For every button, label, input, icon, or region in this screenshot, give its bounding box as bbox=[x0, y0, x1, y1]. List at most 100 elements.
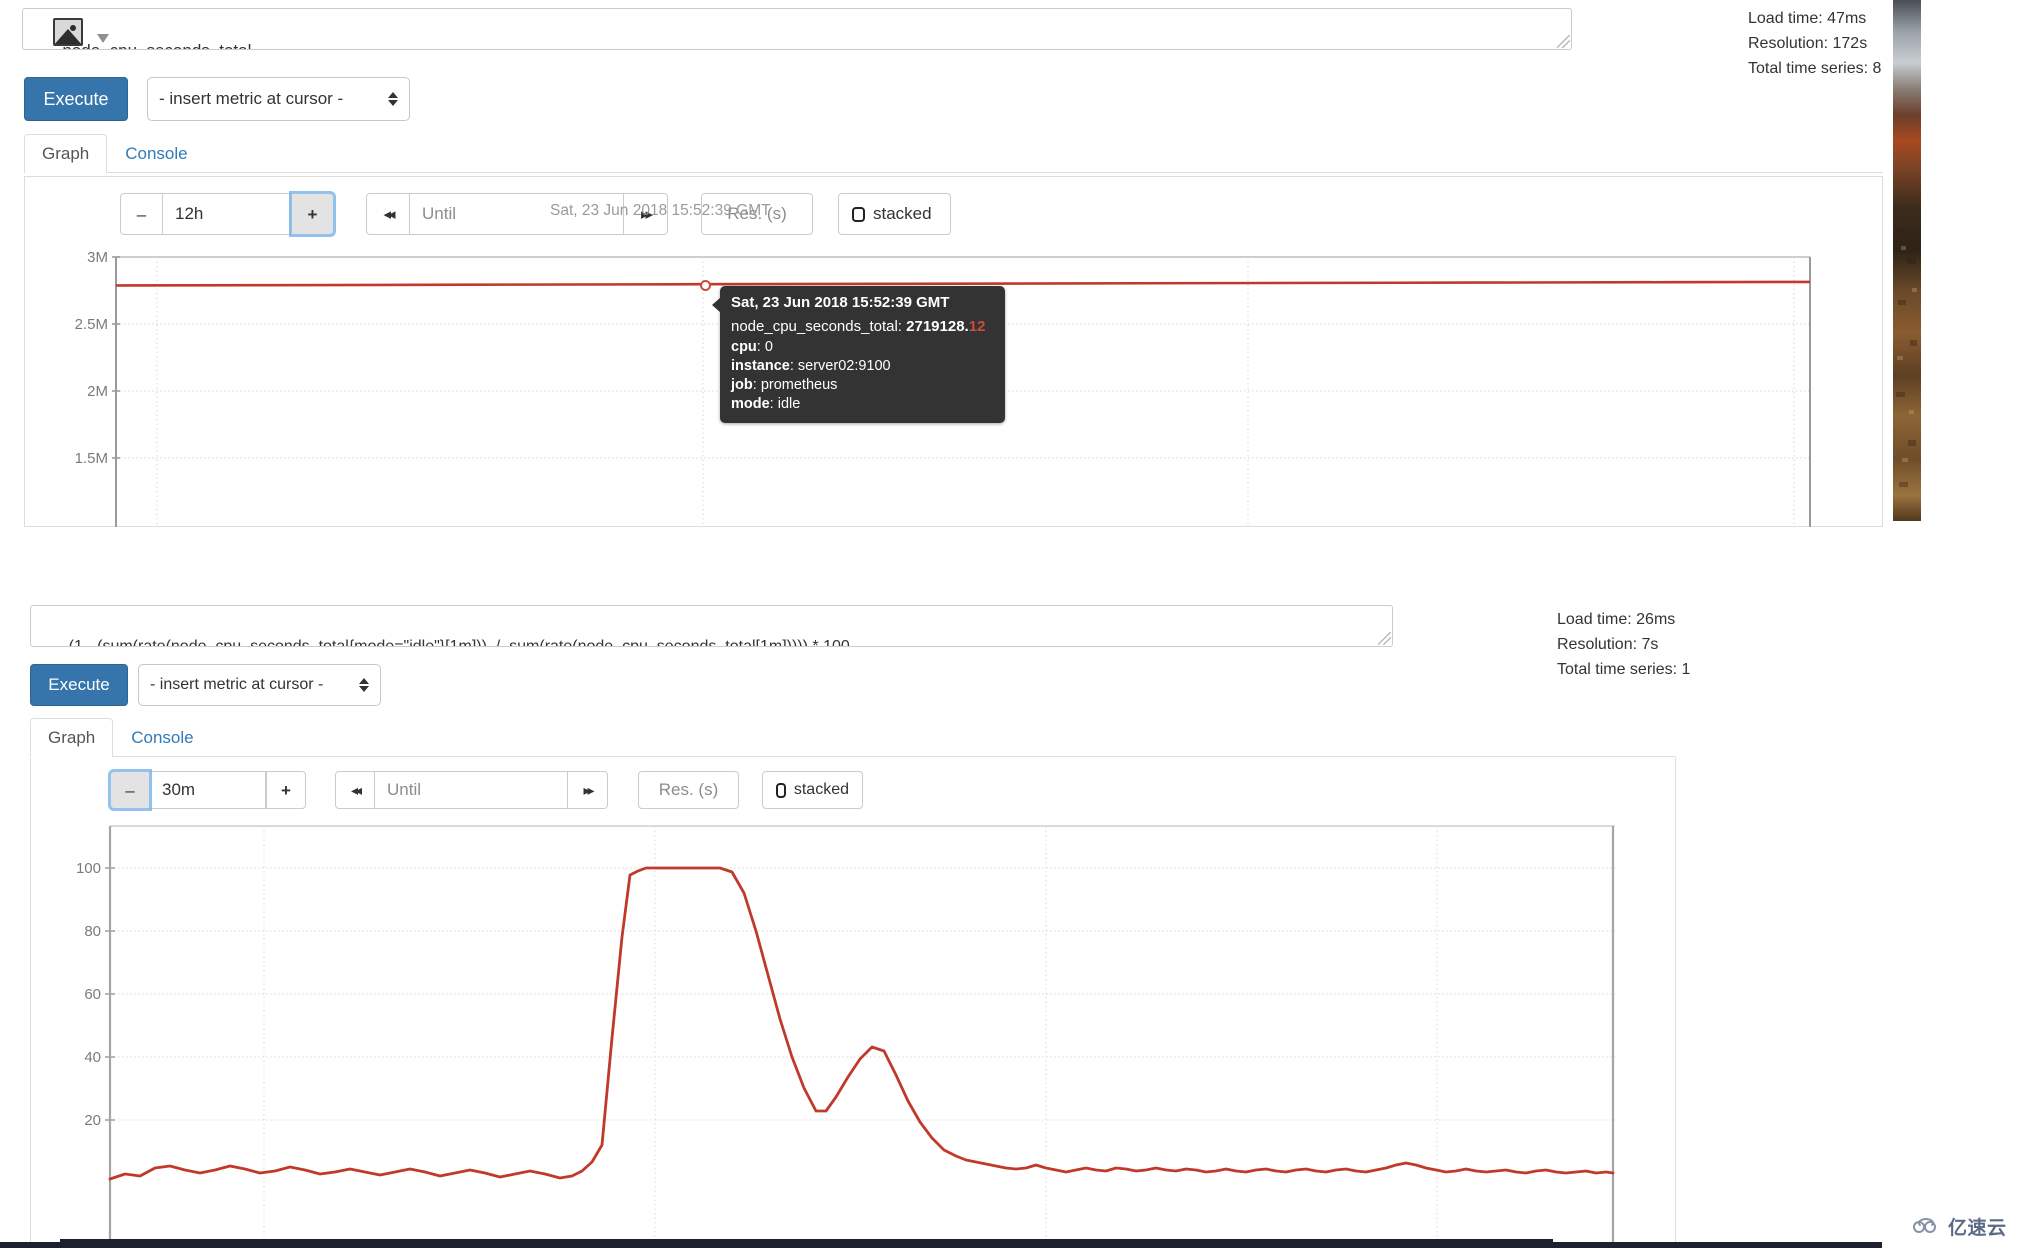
hover-date-1: Sat, 23 Jun 2018 15:52:39 GMT bbox=[550, 202, 771, 220]
range-increase-button-1[interactable]: + bbox=[291, 193, 334, 235]
chart-2-ytick-1: 80 bbox=[84, 923, 101, 940]
range-group-1: – 12h + bbox=[120, 193, 334, 235]
metric-select-value-1: - insert metric at cursor - bbox=[159, 89, 344, 108]
chart-2-ytick-2: 60 bbox=[84, 986, 101, 1003]
tab-graph-label-1: Graph bbox=[42, 144, 90, 163]
bottom-dark-bar-left bbox=[60, 1239, 1553, 1248]
stacked-radio-icon-2 bbox=[776, 782, 786, 798]
load-time-1: Load time: 47ms bbox=[1748, 10, 1867, 27]
step-forward-button-2[interactable]: ▸▸ bbox=[568, 771, 608, 809]
execute-label-2: Execute bbox=[48, 675, 110, 694]
step-back-button-1[interactable]: ◂◂ bbox=[366, 193, 410, 235]
tooltip-header-1: Sat, 23 Jun 2018 15:52:39 GMT bbox=[731, 294, 950, 311]
until-input-2[interactable]: Until bbox=[375, 771, 568, 809]
tooltip-label-row-3: mode: idle bbox=[731, 395, 801, 412]
range-input-1[interactable]: 12h bbox=[163, 193, 291, 235]
until-group-2: ◂◂ Until ▸▸ bbox=[335, 771, 608, 809]
hover-date-text-1: Sat, 23 Jun 2018 15:52:39 GMT bbox=[550, 202, 771, 219]
sun-icon bbox=[70, 25, 76, 31]
total-series-1: Total time series: 8 bbox=[1748, 59, 1882, 77]
query-text-2: (1 - (sum(rate(node_cpu_seconds_total{mo… bbox=[68, 637, 850, 647]
tab-console-2[interactable]: Console bbox=[113, 718, 211, 757]
range-group-2: – 30m + bbox=[110, 771, 306, 809]
tooltip-metric-value-tail-1: 12 bbox=[968, 317, 986, 335]
query-text-1: node_cpu_seconds_total bbox=[62, 41, 251, 49]
series-tooltip-1: Sat, 23 Jun 2018 15:52:39 GMT node_cpu_s… bbox=[712, 286, 1005, 424]
select-arrows-icon-1 bbox=[388, 92, 398, 106]
desktop-wallpaper-strip bbox=[1893, 0, 1921, 521]
tooltip-metric-name-1: node_cpu_seconds_total: bbox=[731, 317, 902, 335]
tooltip-label-value-1: server02:9100 bbox=[797, 357, 891, 374]
chart-2[interactable]: 100 80 60 40 20 bbox=[60, 820, 1620, 1248]
resolution-input-2[interactable]: Res. (s) bbox=[638, 771, 739, 809]
watermark: 亿速云 bbox=[1905, 1208, 2017, 1245]
tooltip-label-row-1: instance: server02:9100 bbox=[731, 357, 891, 374]
stacked-toggle-1[interactable]: stacked bbox=[838, 193, 951, 235]
metric-select-value-2: - insert metric at cursor - bbox=[150, 676, 324, 693]
resolution-stat-1: Resolution: 172s bbox=[1748, 34, 1868, 52]
range-increase-label-1: + bbox=[307, 204, 318, 224]
range-decrease-label-1: – bbox=[136, 204, 147, 224]
chart-1-series-0 bbox=[115, 280, 1811, 287]
chart-1-ytick-3: 1.5M bbox=[75, 450, 108, 467]
chart-2-series-0 bbox=[108, 866, 1615, 1181]
range-value-1: 12h bbox=[175, 204, 204, 223]
resize-grip-icon-2[interactable] bbox=[1378, 632, 1391, 645]
total-series-2: Total time series: 1 bbox=[1557, 660, 1691, 678]
tooltip-label-row-0: cpu: 0 bbox=[731, 338, 773, 355]
load-time-2: Load time: 26ms bbox=[1557, 611, 1676, 628]
watermark-text: 亿速云 bbox=[1948, 1218, 2007, 1239]
range-decrease-button-2[interactable]: – bbox=[110, 771, 150, 809]
stacked-radio-icon-1 bbox=[852, 206, 865, 222]
range-increase-label-2: + bbox=[281, 780, 291, 800]
chart-2-svg: 100 80 60 40 20 bbox=[76, 825, 1615, 1248]
stacked-toggle-2[interactable]: stacked bbox=[762, 771, 863, 809]
tab-console-label-2: Console bbox=[131, 728, 194, 747]
tooltip-label-row-2: job: prometheus bbox=[731, 376, 838, 393]
tooltip-metric-value-1: 2719128. bbox=[906, 317, 969, 335]
query-input-2[interactable]: (1 - (sum(rate(node_cpu_seconds_total{mo… bbox=[30, 605, 1393, 647]
step-back-button-2[interactable]: ◂◂ bbox=[335, 771, 375, 809]
wallpaper-image bbox=[1893, 0, 1921, 521]
stacked-label-2: stacked bbox=[793, 781, 849, 798]
range-input-2[interactable]: 30m bbox=[150, 771, 266, 809]
step-back-icon-2: ◂◂ bbox=[350, 782, 362, 798]
tooltip-label-value-2: prometheus bbox=[760, 376, 838, 393]
execute-button-1[interactable]: Execute bbox=[24, 77, 128, 121]
execute-label-1: Execute bbox=[43, 89, 109, 109]
tooltip-label-key-2: job bbox=[731, 376, 753, 393]
tabs-1: Graph Console bbox=[24, 134, 1883, 174]
execute-button-2[interactable]: Execute bbox=[30, 664, 128, 706]
range-increase-button-2[interactable]: + bbox=[266, 771, 306, 809]
tab-console-1[interactable]: Console bbox=[107, 134, 205, 173]
tab-graph-1[interactable]: Graph bbox=[24, 134, 108, 174]
until-placeholder-2: Until bbox=[387, 780, 422, 799]
step-back-icon-1: ◂◂ bbox=[383, 205, 395, 223]
chart-2-ytick-3: 40 bbox=[84, 1049, 101, 1066]
query-input-1[interactable]: node_cpu_seconds_total bbox=[22, 8, 1572, 50]
tabs-2: Graph Console bbox=[30, 718, 1676, 758]
tooltip-label-key-0: cpu bbox=[731, 338, 757, 355]
range-controls-2: – 30m + ◂◂ Until ▸▸ Res. (s) stacked bbox=[110, 771, 863, 809]
chart-2-ytick-0: 100 bbox=[76, 860, 101, 877]
resolution-stat-2: Resolution: 7s bbox=[1557, 635, 1659, 653]
range-decrease-label-2: – bbox=[125, 780, 135, 800]
chart-2-gridlines-y bbox=[110, 867, 1615, 1121]
tab-console-label-1: Console bbox=[125, 144, 188, 163]
range-value-2: 30m bbox=[162, 780, 196, 799]
chart-2-ytick-4: 20 bbox=[84, 1112, 101, 1129]
range-decrease-button-1[interactable]: – bbox=[120, 193, 163, 235]
chart-1-ytick-1: 2.5M bbox=[75, 316, 108, 333]
tooltip-metric-1: node_cpu_seconds_total: 2719128.12 bbox=[731, 317, 994, 337]
metric-select-2[interactable]: - insert metric at cursor - bbox=[138, 664, 381, 706]
tooltip-label-key-3: mode bbox=[731, 395, 770, 412]
tooltip-label-value-0: 0 bbox=[764, 338, 773, 355]
mountain-icon bbox=[55, 29, 81, 44]
tab-graph-2[interactable]: Graph bbox=[30, 718, 114, 758]
stats-1: Load time: 47ms Resolution: 172s Total t… bbox=[1748, 7, 1881, 81]
metric-select-1[interactable]: - insert metric at cursor - bbox=[147, 77, 410, 121]
chart-1-ytick-2: 2M bbox=[87, 383, 108, 400]
tooltip-label-value-3: idle bbox=[777, 395, 801, 412]
resize-grip-icon[interactable] bbox=[1557, 35, 1570, 48]
chart-2-gridlines-x bbox=[263, 826, 1438, 1248]
